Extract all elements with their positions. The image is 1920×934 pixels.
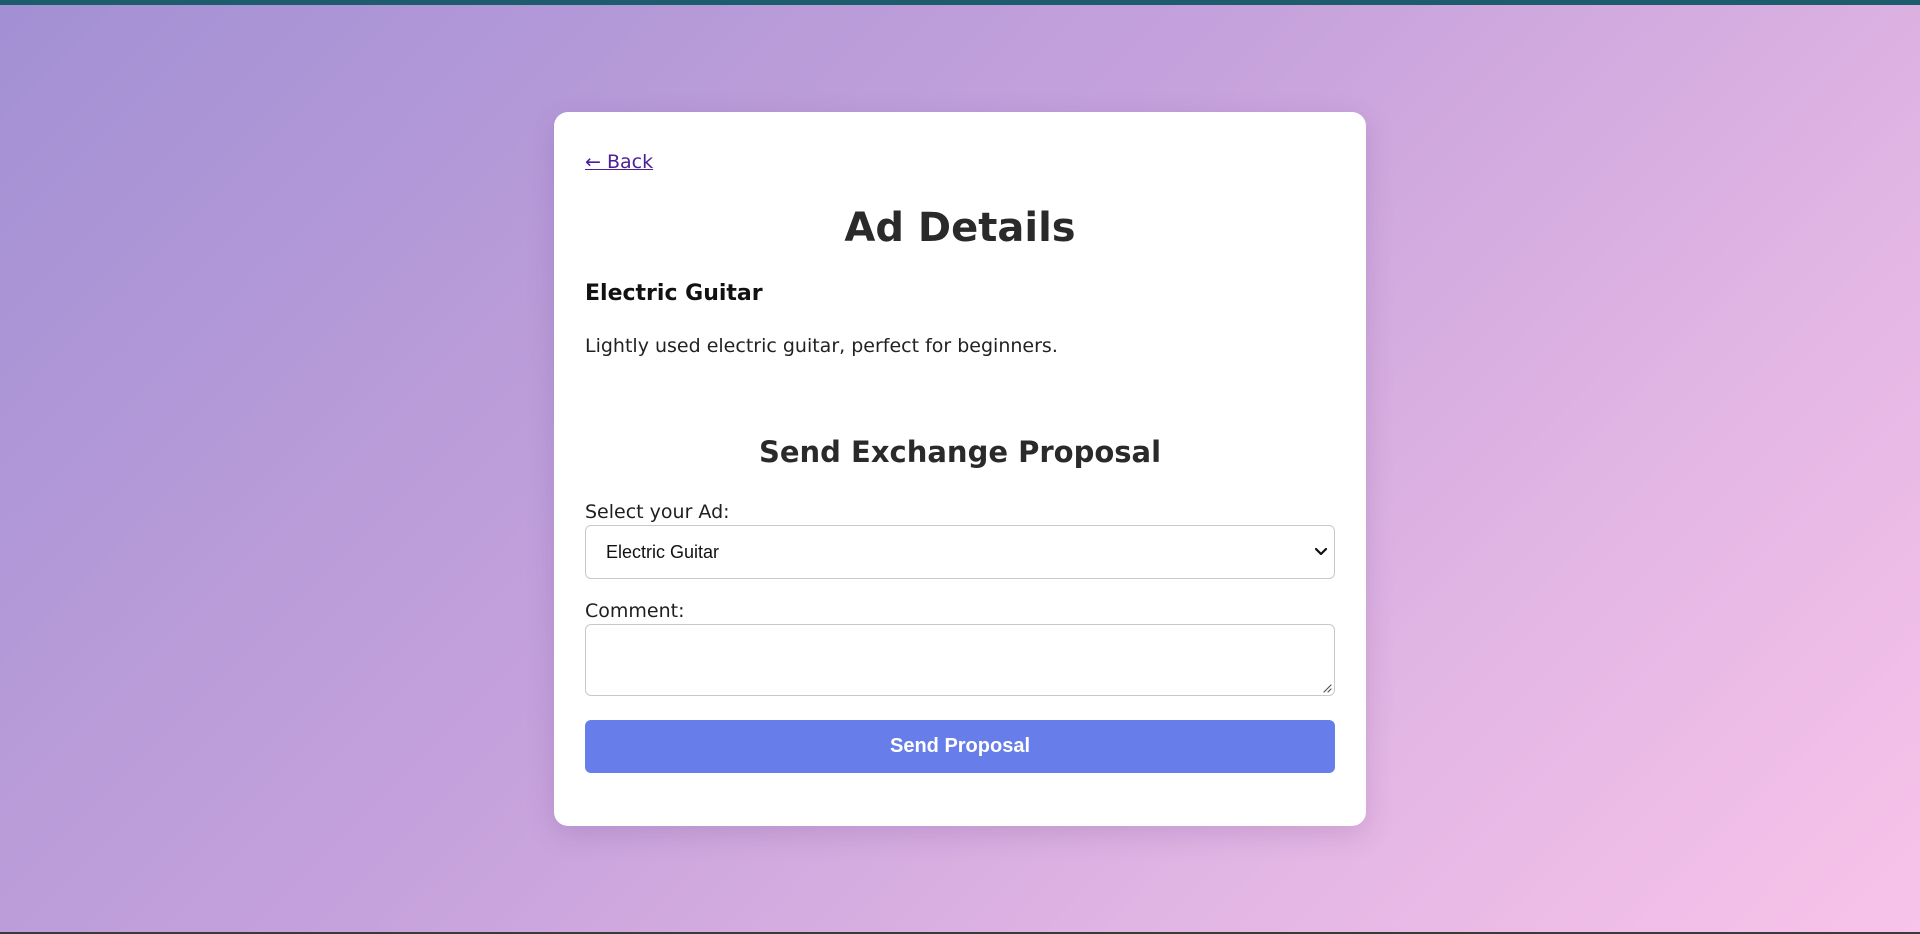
ad-details-card: ← Back Ad Details Electric Guitar Lightl… [554,112,1366,826]
select-ad-dropdown[interactable]: Electric Guitar [585,525,1335,579]
chevron-down-icon [1314,547,1328,556]
select-ad-label: Select your Ad: [585,501,730,523]
resize-handle-icon[interactable] [1322,683,1332,693]
back-link[interactable]: ← Back [585,150,653,174]
comment-label: Comment: [585,600,685,622]
proposal-heading: Send Exchange Proposal [758,435,1162,469]
page-title: Ad Details [844,205,1076,251]
ad-title: Electric Guitar [585,281,763,306]
send-proposal-button[interactable]: Send Proposal [585,720,1335,773]
comment-textarea[interactable] [585,624,1335,696]
ad-description: Lightly used electric guitar, perfect fo… [585,335,1058,357]
select-ad-value: Electric Guitar [606,542,720,562]
browser-top-bar [0,0,1920,5]
